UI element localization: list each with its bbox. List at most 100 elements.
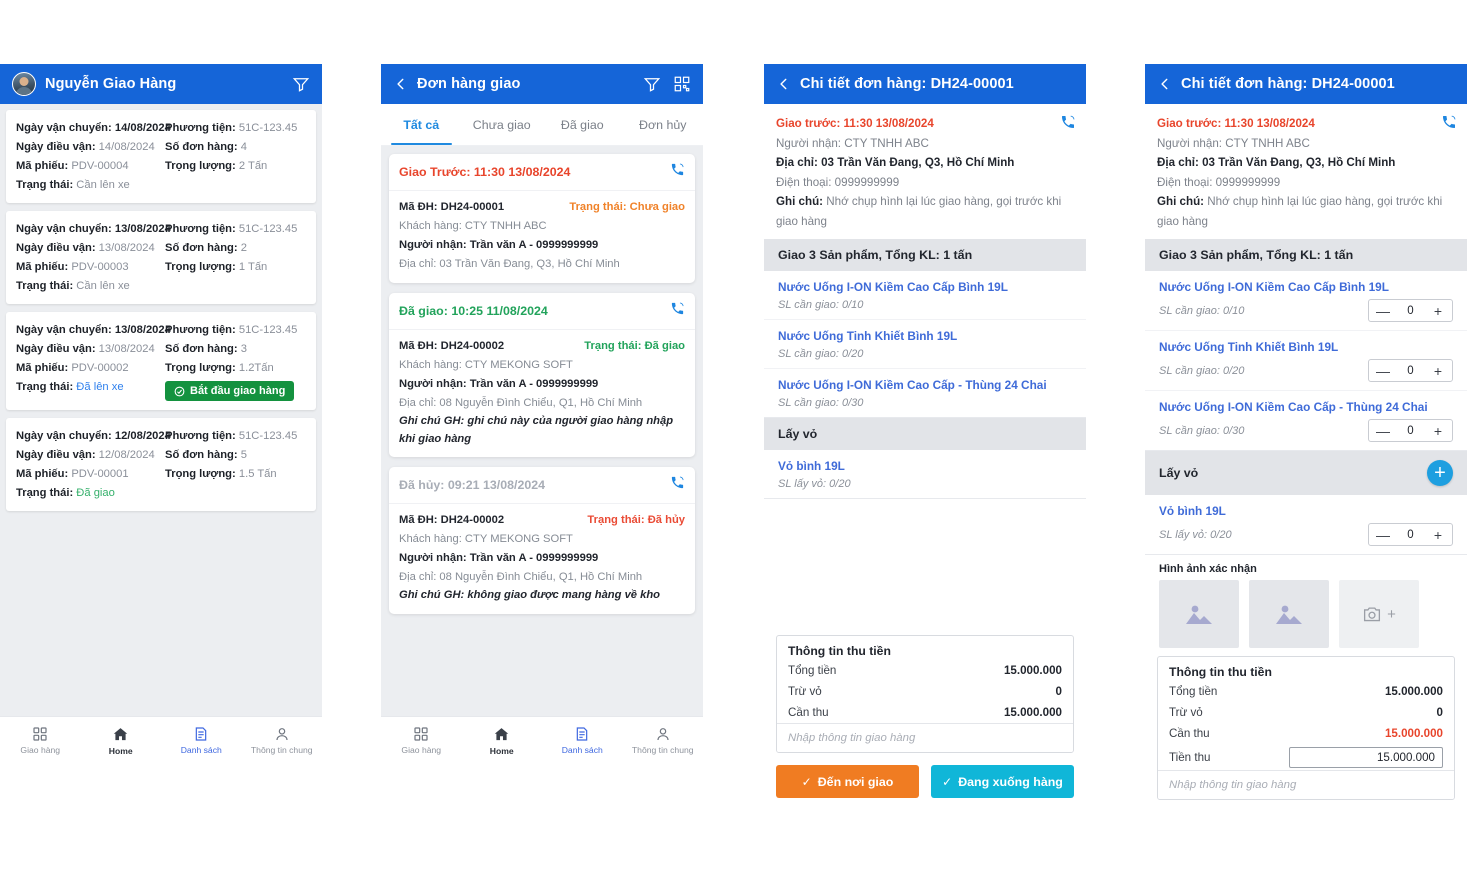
nav-item-danh-sach[interactable]: Danh sách [161, 726, 242, 755]
tab-da-giao[interactable]: Đã giao [542, 104, 623, 145]
nav-item-thong-tin-chung[interactable]: Thông tin chung [623, 726, 704, 755]
page-title: Chi tiết đơn hàng: DH24-00001 [1181, 76, 1395, 92]
arrived-button[interactable]: ✓Đến nơi giao [776, 765, 919, 798]
phone-call-icon[interactable] [670, 301, 685, 321]
note-row: Ghi chú: Nhớ chụp hình lại lúc giao hàng… [1157, 192, 1455, 231]
add-photo-button[interactable]: + [1339, 580, 1419, 648]
unloading-button[interactable]: ✓Đang xuống hàng [931, 765, 1074, 798]
tab-label: Tất cả [403, 118, 439, 132]
trip-card[interactable]: Ngày vận chuyển: 13/08/2024Ngày điều vận… [6, 211, 316, 304]
payment-row-value: 0 [1437, 706, 1443, 719]
increment-button[interactable]: + [1424, 360, 1452, 381]
note-label: Ghi chú: [1157, 195, 1204, 208]
order-code-row: Mã ĐH: DH24-00002Trạng thái: Đã giao [399, 337, 685, 356]
order-card[interactable]: Đã hủy: 09:21 13/08/2024Mã ĐH: DH24-0000… [389, 467, 695, 614]
back-chevron-icon[interactable] [393, 76, 409, 92]
product-name: Nước Uống I-ON Kiềm Cao Cấp - Thùng 24 C… [1159, 399, 1453, 416]
tab-chua-giao[interactable]: Chưa giao [462, 104, 543, 145]
phone-screen-driver-home: Nguyễn Giao Hàng Ngày vận chuyển: 14/08/… [0, 64, 322, 764]
decrement-button[interactable]: — [1369, 420, 1397, 441]
nav-item-home[interactable]: Home [81, 726, 162, 756]
nav-label: Giao hàng [401, 745, 441, 755]
trip-card[interactable]: Ngày vận chuyển: 13/08/2024Ngày điều vận… [6, 312, 316, 410]
list-document-icon [574, 726, 590, 742]
panel2-order-list[interactable]: Giao Trước: 11:30 13/08/2024Mã ĐH: DH24-… [381, 146, 703, 716]
increment-button[interactable]: + [1424, 300, 1452, 321]
increment-button[interactable]: + [1424, 420, 1452, 441]
weight-row: Trọng lượng: 1.2Tấn [165, 359, 306, 378]
trip-status-row: Trạng thái: Đã lên xe [16, 378, 157, 397]
trip-status-row: Trạng thái: Cần lên xe [16, 277, 157, 296]
products-section-title: Giao 3 Sản phẩm, Tổng KL: 1 tấn [778, 248, 972, 262]
back-chevron-icon[interactable] [776, 76, 792, 92]
order-card-body: Mã ĐH: DH24-00001Trạng thái: Chưa giaoKh… [389, 191, 695, 283]
delivery-note-row: Ghi chú GH: ghi chú này của người giao h… [399, 413, 685, 448]
dispatch-date-row: Ngày điều vận: 14/08/2024 [16, 138, 157, 157]
panel4-money-wrap: Thông tin thu tiền Tổng tiền15.000.000Tr… [1145, 656, 1467, 800]
nav-item-giao-hang[interactable]: Giao hàng [381, 726, 462, 755]
phone-row: Điện thoại: 0999999999 [1157, 173, 1455, 193]
quantity-stepper[interactable]: —0+ [1368, 359, 1453, 382]
nav-item-danh-sach[interactable]: Danh sách [542, 726, 623, 755]
qr-scan-icon[interactable] [673, 75, 691, 93]
phone-screen-order-detail: Chi tiết đơn hàng: DH24-00001 Giao trước… [764, 64, 1086, 810]
photo-thumbnail-2[interactable] [1249, 580, 1329, 648]
tab-tat-ca[interactable]: Tất cả [381, 104, 462, 145]
increment-button[interactable]: + [1424, 524, 1452, 545]
panel4-empties-list: Vỏ bình 19LSL lấy vỏ: 0/20—0+ [1145, 495, 1467, 555]
product-qty-row: SL lấy vỏ: 0/20 [778, 478, 1072, 490]
filter-icon[interactable] [292, 75, 310, 93]
deliver-before-text: Giao trước: 11:30 13/08/2024 [1157, 114, 1455, 134]
panel1-trip-list[interactable]: Ngày vận chuyển: 14/08/2024Ngày điều vận… [0, 104, 322, 716]
order-status-tabs[interactable]: Tất cả Chưa giao Đã giao Đơn hủy [381, 104, 703, 146]
add-empty-button[interactable]: + [1427, 460, 1453, 486]
phone-value: 0999999999 [835, 176, 899, 189]
nav-item-home[interactable]: Home [462, 726, 543, 756]
collected-amount-input[interactable] [1289, 747, 1443, 768]
phone-call-icon[interactable] [1441, 114, 1457, 135]
quantity-stepper[interactable]: —0+ [1368, 419, 1453, 442]
payment-row-value: 15.000.000 [1004, 664, 1062, 677]
decrement-button[interactable]: — [1369, 300, 1397, 321]
phone-call-icon[interactable] [670, 162, 685, 182]
vehicle-row: Phương tiện: 51C-123.45 [165, 119, 306, 138]
product-name: Vỏ bình 19L [778, 458, 1072, 475]
receiver-label: Người nhận: [1157, 137, 1222, 150]
payment-row-label: Cần thu [788, 706, 1004, 719]
phone-call-icon[interactable] [1060, 114, 1076, 135]
vehicle-row: Phương tiện: 51C-123.45 [165, 321, 306, 340]
panel2-bottom-nav[interactable]: Giao hàng Home Danh sách Thông tin chung [381, 716, 703, 764]
product-qty-row: SL cần giao: 0/10—0+ [1159, 299, 1453, 322]
trip-card[interactable]: Ngày vận chuyển: 14/08/2024Ngày điều vận… [6, 110, 316, 203]
phone-call-icon[interactable] [670, 475, 685, 495]
decrement-button[interactable]: — [1369, 524, 1397, 545]
photo-thumbnail-1[interactable] [1159, 580, 1239, 648]
order-status-badge: Trạng thái: Đã giao [584, 340, 685, 352]
order-card[interactable]: Đã giao: 10:25 11/08/2024Mã ĐH: DH24-000… [389, 293, 695, 457]
filter-icon[interactable] [643, 75, 661, 93]
back-chevron-icon[interactable] [1157, 76, 1173, 92]
camera-add-icon [1362, 605, 1382, 623]
product-qty-label: SL cần giao: 0/20 [1159, 365, 1244, 377]
delivery-note-input[interactable] [777, 723, 1073, 752]
receiver-row: Người nhận: Trần văn A - 0999999999 [399, 375, 685, 394]
payment-row-value: 15.000.000 [1004, 706, 1062, 719]
tab-label: Đơn hủy [639, 118, 686, 132]
panel1-bottom-nav[interactable]: Giao hàng Home Danh sách Thông tin chung [0, 716, 322, 764]
order-card[interactable]: Giao Trước: 11:30 13/08/2024Mã ĐH: DH24-… [389, 154, 695, 283]
tab-don-huy[interactable]: Đơn hủy [623, 104, 704, 145]
quantity-stepper[interactable]: —0+ [1368, 523, 1453, 546]
decrement-button[interactable]: — [1369, 360, 1397, 381]
home-icon [112, 726, 129, 743]
nav-item-giao-hang[interactable]: Giao hàng [0, 726, 81, 755]
nav-item-thong-tin-chung[interactable]: Thông tin chung [242, 726, 323, 755]
order-count-row: Số đơn hàng: 4 [165, 138, 306, 157]
quantity-stepper[interactable]: —0+ [1368, 299, 1453, 322]
note-row: Ghi chú: Nhớ chụp hình lại lúc giao hàng… [776, 192, 1074, 231]
start-delivery-button[interactable]: Bắt đầu giao hàng [165, 381, 294, 401]
person-icon [274, 726, 290, 742]
trip-card[interactable]: Ngày vận chuyển: 12/08/2024Ngày điều vận… [6, 418, 316, 511]
payment-row-label: Cần thu [1169, 727, 1385, 740]
address-value: 03 Trần Văn Đang, Q3, Hồ Chí Minh [1202, 156, 1395, 169]
delivery-note-input[interactable] [1158, 770, 1454, 799]
